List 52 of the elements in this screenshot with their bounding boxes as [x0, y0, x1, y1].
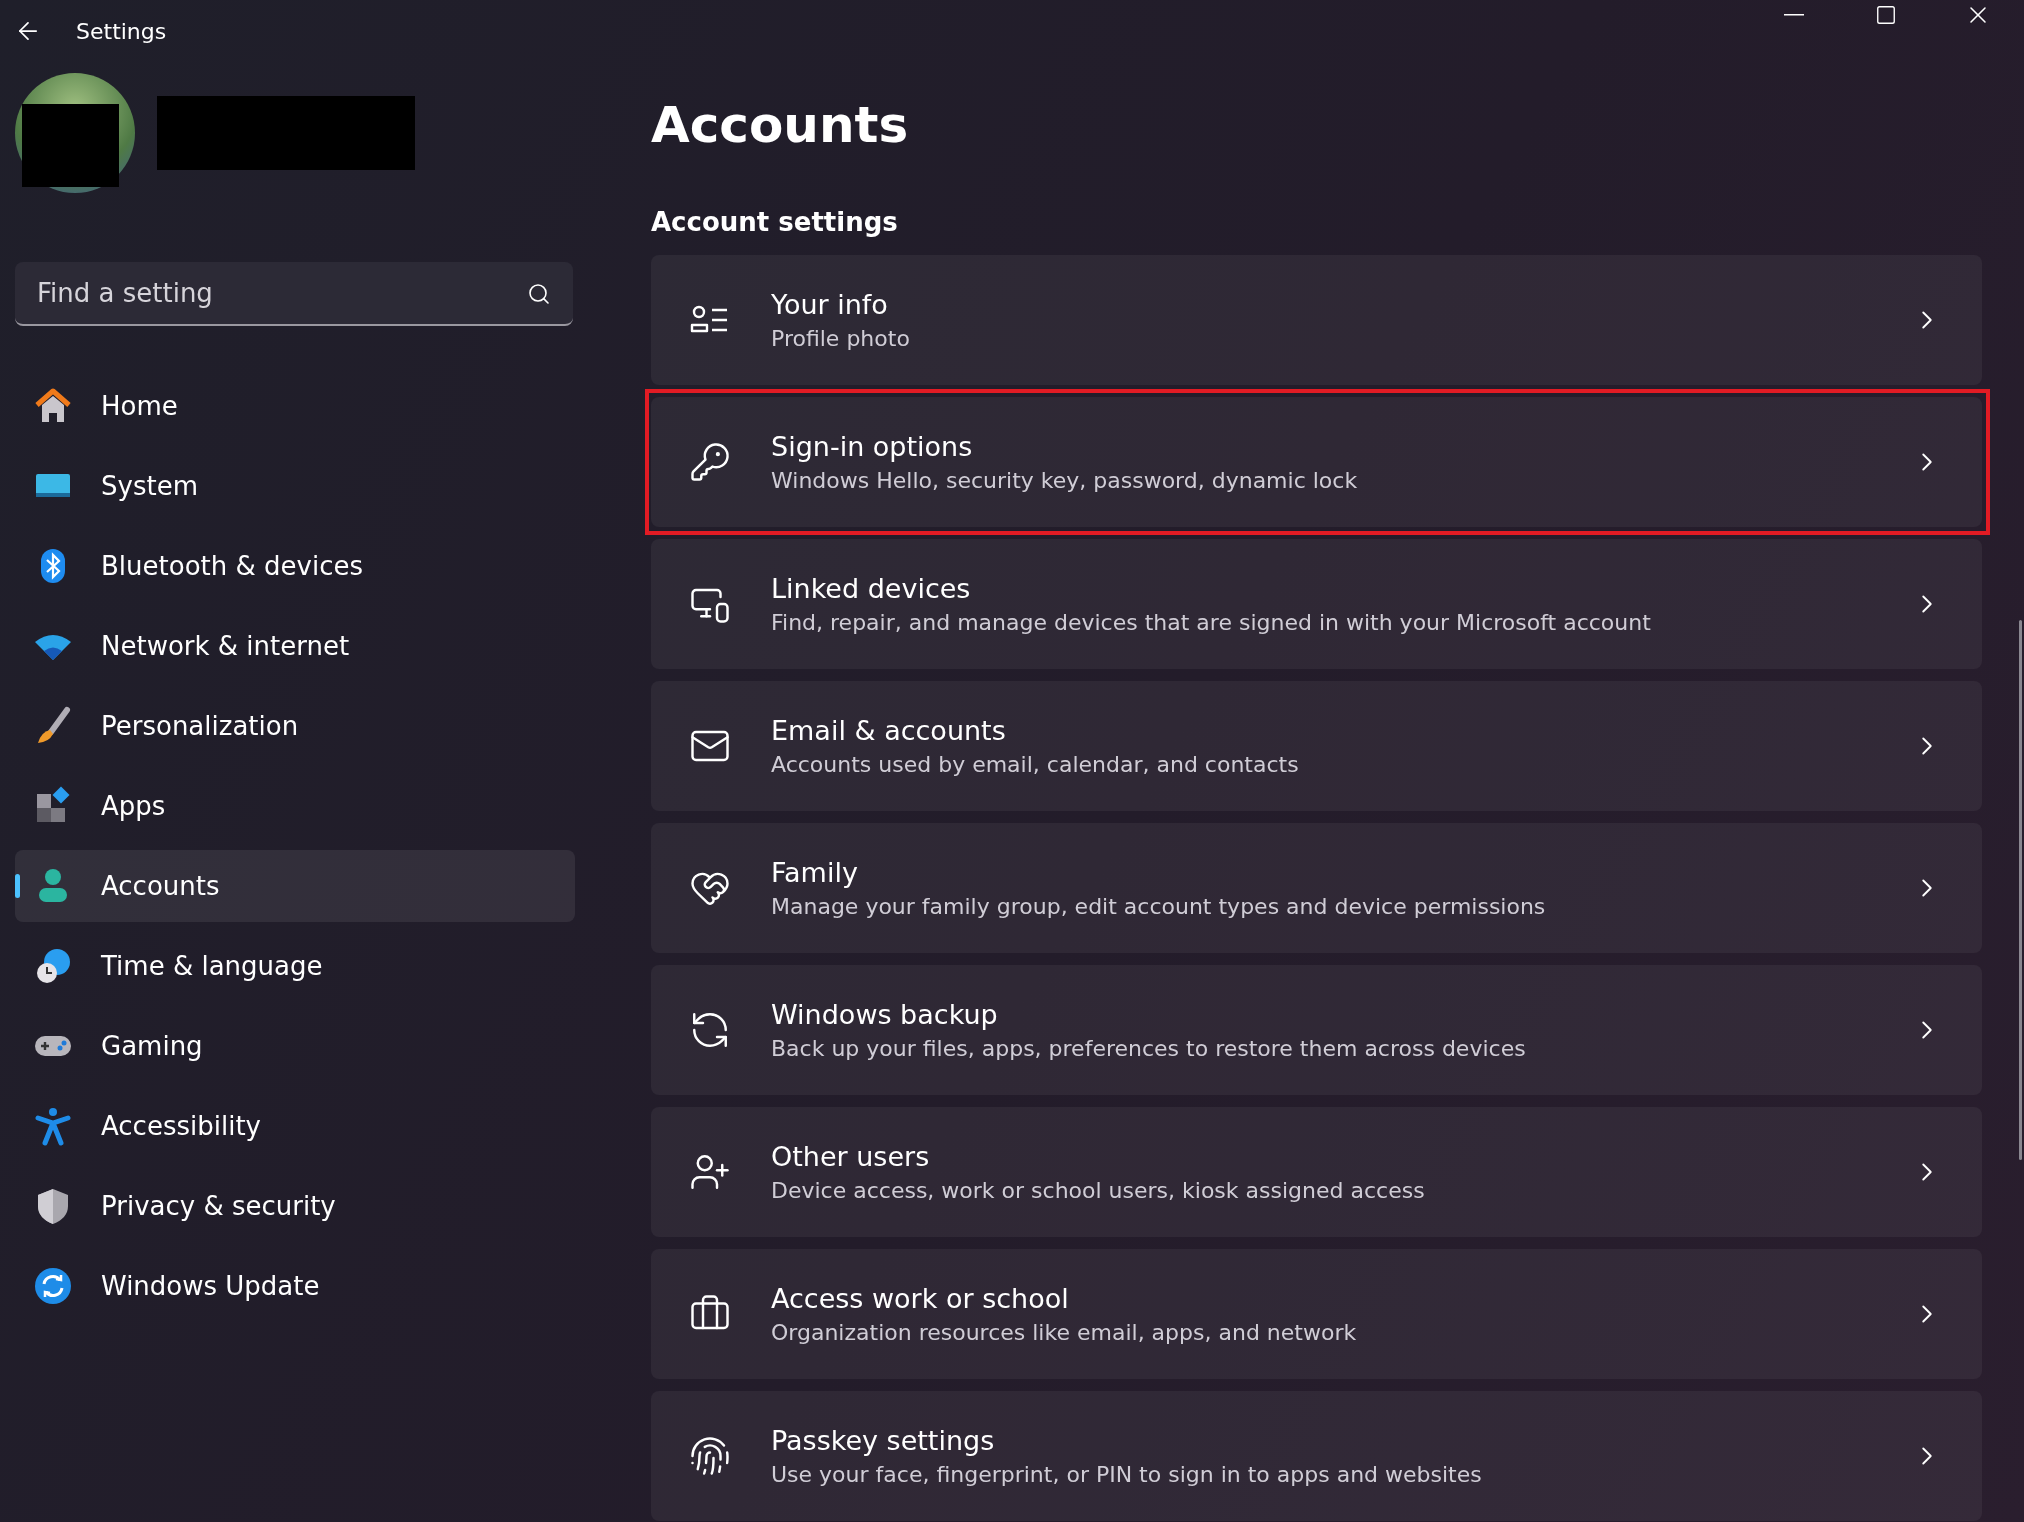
sidebar-item[interactable]: Gaming [15, 1010, 575, 1082]
settings-card[interactable]: Linked devices Find, repair, and manage devices that are signed in with your Microsoft account [651, 539, 1982, 669]
sync-icon [33, 1266, 73, 1306]
card-title: Access work or school [771, 1283, 1070, 1314]
fingerprint-icon [689, 1435, 731, 1477]
card-title: Linked devices [771, 573, 972, 604]
settings-card[interactable]: Family Manage your family group, edit account types and device permissions [651, 823, 1982, 953]
settings-card[interactable]: Email & accounts Accounts used by email, calendar, and contacts [651, 681, 1982, 811]
search-field[interactable]: Find a setting [15, 262, 573, 326]
card-title: Other users [771, 1141, 931, 1172]
maximize-icon [1875, 4, 1897, 26]
sidebar-item[interactable]: Network & internet [15, 610, 575, 682]
minimize-icon [1784, 14, 1804, 16]
card-title: Sign-in options [771, 431, 974, 462]
card-subtitle: Accounts used by email, calendar, and contacts [771, 752, 1300, 777]
card-subtitle: Device access, work or school users, kiosk assigned access [771, 1178, 1426, 1203]
card-subtitle: Manage your family group, edit account types and device permissions [771, 894, 1547, 919]
accessibility-icon [33, 1106, 73, 1146]
section-heading: Account settings [651, 207, 899, 237]
card-title: Windows backup [771, 999, 999, 1030]
card-title: Email & accounts [771, 715, 1007, 746]
sidebar-item[interactable]: Accessibility [15, 1090, 575, 1162]
settings-card[interactable]: Access work or school Organization resources like email, apps, and network [651, 1249, 1982, 1379]
search-icon [527, 282, 551, 306]
card-subtitle: Use your face, fingerprint, or PIN to sign in to apps and websites [771, 1462, 1483, 1487]
sidebar-item[interactable]: System [15, 450, 575, 522]
sidebar-item[interactable]: Personalization [15, 690, 575, 762]
sidebar-item[interactable]: Home [15, 370, 575, 442]
settings-card[interactable]: Your info Profile photo [651, 255, 1982, 385]
sidebar-item[interactable]: Apps [15, 770, 575, 842]
card-subtitle: Profile photo [771, 326, 911, 351]
sidebar-item[interactable]: Privacy & security [15, 1170, 575, 1242]
key-icon [689, 441, 731, 483]
page-title: Accounts [651, 100, 910, 150]
settings-card[interactable]: Windows backup Back up your files, apps, preferences to restore them across devices [651, 965, 1982, 1095]
scrollbar[interactable] [2019, 620, 2022, 1160]
settings-card[interactable]: Other users Device access, work or school users, kiosk assigned access [651, 1107, 1982, 1237]
window-title: Settings [76, 18, 167, 44]
card-title: Your info [771, 289, 889, 320]
settings-card[interactable]: Passkey settings Use your face, fingerprint, or PIN to sign in to apps and websites [651, 1391, 1982, 1521]
card-subtitle: Windows Hello, security key, password, dynamic lock [771, 468, 1359, 493]
sidebar-item[interactable]: Accounts [15, 850, 575, 922]
sidebar-item[interactable]: Time & language [15, 930, 575, 1002]
settings-card[interactable]: Sign-in options Windows Hello, security key, password, dynamic lock [651, 397, 1982, 527]
card-subtitle: Find, repair, and manage devices that are signed in with your Microsoft account [771, 610, 1652, 635]
card-title: Family [771, 857, 859, 888]
selection-indicator [15, 874, 20, 898]
card-subtitle: Organization resources like email, apps, and network [771, 1320, 1358, 1345]
sidebar-item[interactable]: Bluetooth & devices [15, 530, 575, 602]
card-subtitle: Back up your files, apps, preferences to restore them across devices [771, 1036, 1527, 1061]
sidebar-item[interactable]: Windows Update [15, 1250, 575, 1322]
card-title: Passkey settings [771, 1425, 996, 1456]
